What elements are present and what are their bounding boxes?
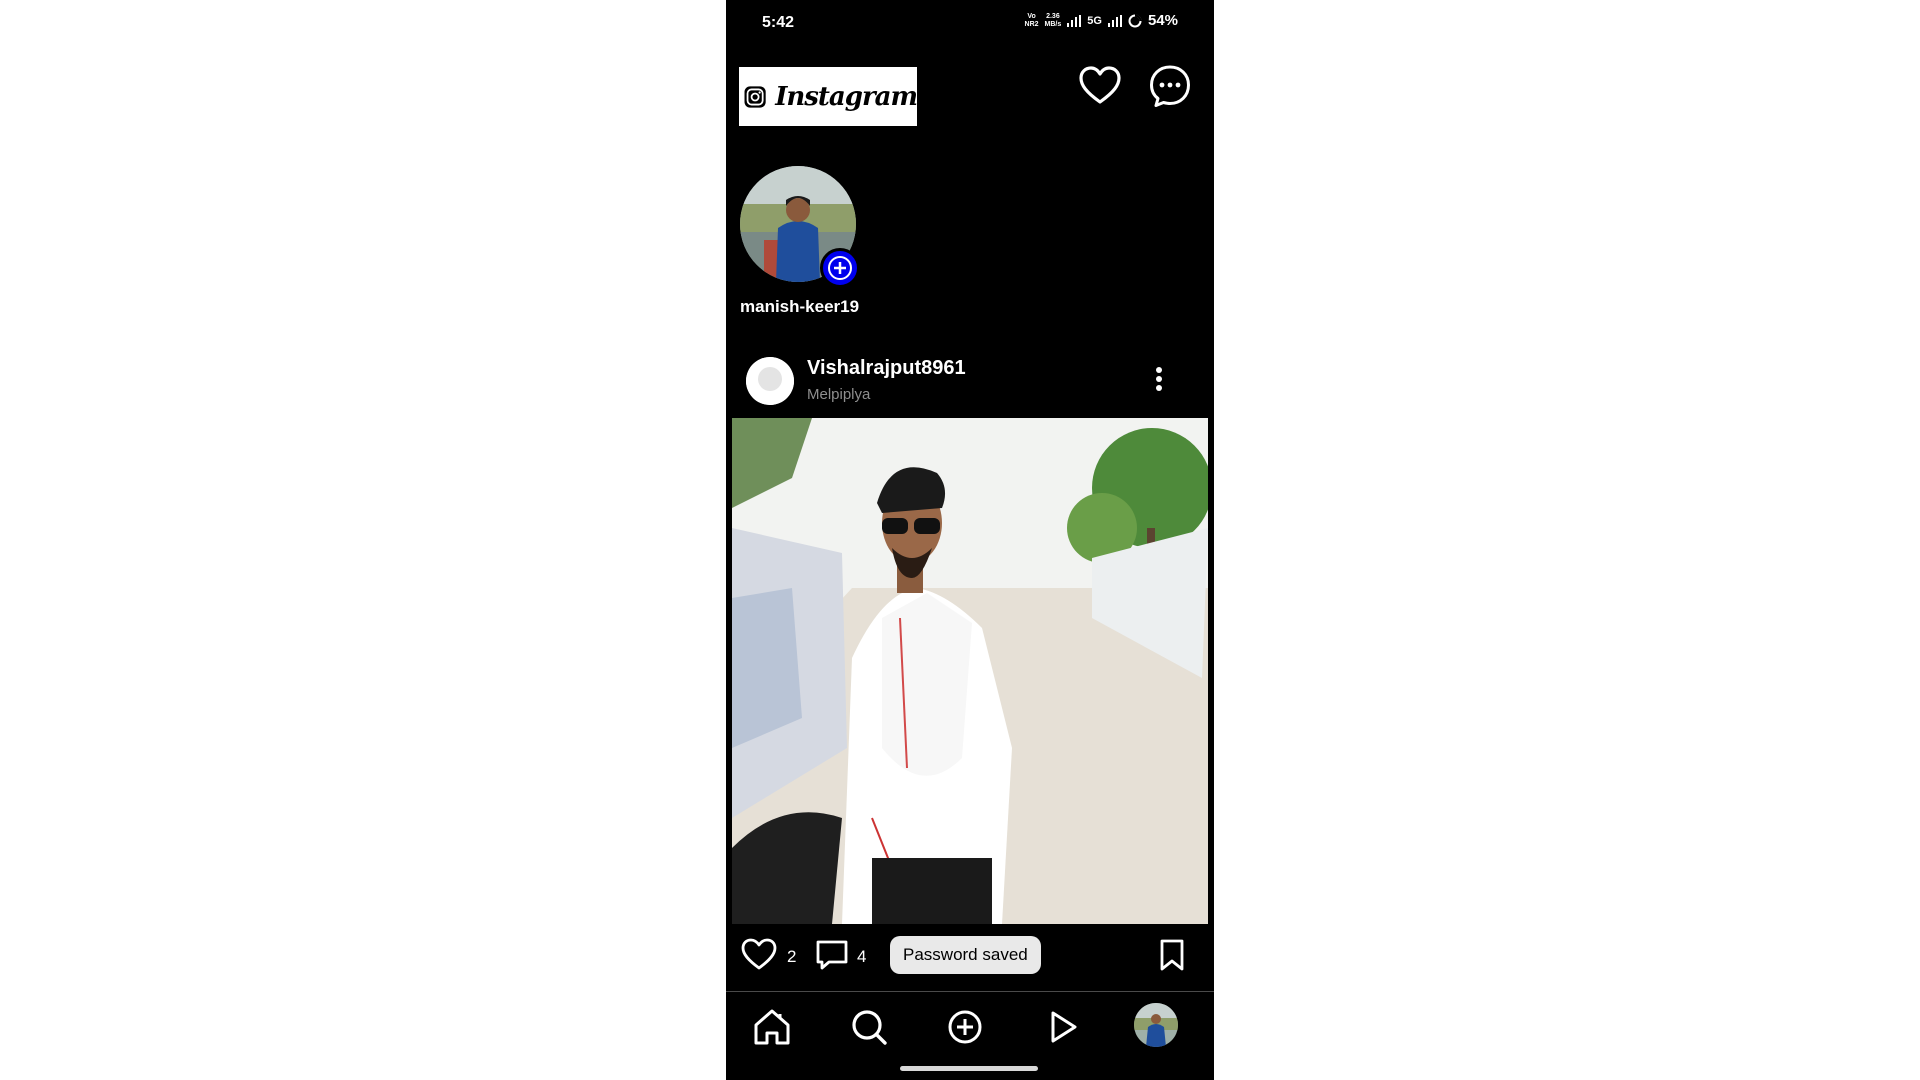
post-photo-illustration [732, 418, 1208, 924]
profile-avatar [1134, 1003, 1178, 1047]
post-action-row: 2 4 Password saved [726, 932, 1214, 976]
battery-level: 54% [1147, 12, 1178, 29]
phone-screen: 5:42 Vo NR2 2.36 MB/s 5G 54% Instagram m… [726, 0, 1214, 1080]
nav-profile-button[interactable] [1134, 1003, 1178, 1047]
home-indicator[interactable] [900, 1066, 1038, 1071]
nav-create-button[interactable] [943, 1005, 987, 1049]
home-icon [754, 1009, 790, 1045]
instagram-logo: Instagram [739, 67, 918, 126]
post-author-avatar[interactable] [746, 357, 794, 405]
like-count: 2 [787, 947, 797, 966]
nav-home-button[interactable] [750, 1005, 794, 1049]
create-icon [948, 1010, 982, 1044]
network-speed-value: 2.36 [1046, 12, 1060, 20]
post-location[interactable]: Melpiplya [807, 386, 870, 403]
post-options-button[interactable] [1144, 364, 1174, 394]
heart-icon [1079, 66, 1121, 104]
activity-button[interactable] [1076, 62, 1124, 110]
post-username[interactable]: Vishalrajput8961 [807, 357, 966, 380]
search-icon [852, 1010, 887, 1045]
battery-icon [1128, 13, 1142, 27]
your-story[interactable]: manish-keer19 [740, 166, 890, 326]
post-photo[interactable] [732, 418, 1208, 924]
save-post-button[interactable] [1156, 938, 1188, 972]
volte-bottom-label: NR2 [1024, 20, 1039, 28]
instagram-camera-icon [744, 85, 766, 108]
nav-search-button[interactable] [847, 1005, 891, 1049]
network-speed: 2.36 MB/s [1045, 13, 1062, 29]
like-button[interactable] [740, 936, 778, 972]
signal-icon [1067, 14, 1082, 27]
instagram-wordmark: Instagram [775, 81, 918, 112]
signal-icon-2 [1107, 14, 1122, 27]
messenger-icon [1150, 65, 1190, 107]
password-saved-toast: Password saved [890, 936, 1041, 974]
messages-button[interactable] [1146, 62, 1194, 110]
volte-indicator: Vo NR2 [1025, 13, 1039, 29]
bottom-nav-divider [726, 991, 1214, 992]
status-bar: 5:42 Vo NR2 2.36 MB/s 5G 54% [726, 0, 1214, 46]
network-speed-unit: MB/s [1044, 20, 1062, 28]
comment-icon [816, 940, 848, 970]
comment-button[interactable] [814, 937, 850, 973]
story-username: manish-keer19 [740, 297, 860, 316]
comment-count: 4 [857, 947, 867, 966]
heart-outline-icon [741, 938, 777, 970]
bookmark-icon [1160, 939, 1184, 971]
default-avatar-icon [746, 357, 794, 405]
add-story-button[interactable] [820, 248, 860, 288]
nav-reels-button[interactable] [1040, 1005, 1084, 1049]
network-type: 5G [1087, 14, 1102, 27]
status-time: 5:42 [762, 14, 795, 31]
status-icons: Vo NR2 2.36 MB/s 5G 54% [1025, 12, 1178, 29]
reels-icon [1051, 1011, 1077, 1043]
plus-icon [828, 256, 852, 280]
more-vertical-icon [1156, 367, 1162, 391]
volte-top-label: Vo [1027, 12, 1036, 20]
